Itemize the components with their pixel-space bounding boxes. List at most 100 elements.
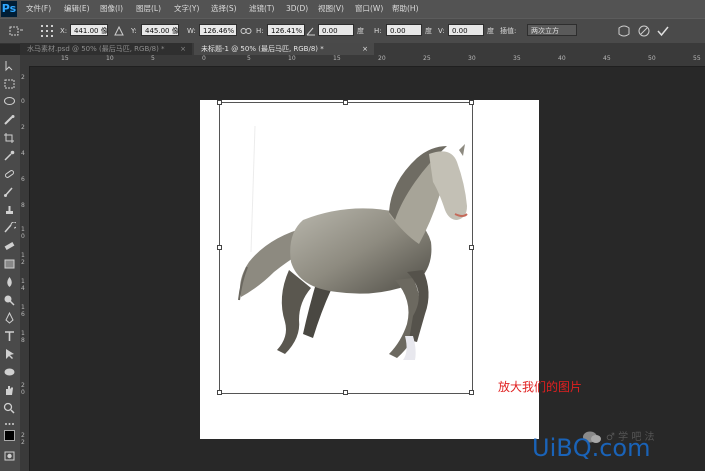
watermark-text: UiBQ.com <box>532 434 651 462</box>
ruler-label: 1 <box>21 278 25 285</box>
transform-handle-bottom[interactable] <box>343 390 348 395</box>
ruler-label: 6 <box>21 176 25 183</box>
ruler-label: 0 <box>21 98 25 105</box>
close-icon[interactable]: × <box>180 43 186 55</box>
ruler-label: 1 <box>21 226 25 233</box>
free-transform-box[interactable] <box>219 102 473 394</box>
height-field[interactable]: 126.41% <box>267 24 305 36</box>
transform-handle-left[interactable] <box>217 245 222 250</box>
menu-image[interactable]: 图像(I) <box>100 0 123 18</box>
ruler-label: 10 <box>288 55 296 62</box>
gradient-tool-icon[interactable] <box>3 258 16 270</box>
hskew-label: H: <box>374 27 382 35</box>
y-field[interactable]: 445.00 像素 <box>141 24 179 36</box>
quick-select-tool-icon[interactable] <box>3 114 16 126</box>
rotate-angle-icon <box>306 27 315 36</box>
transform-tool-icon[interactable] <box>8 25 24 37</box>
ruler-label: 40 <box>558 55 566 62</box>
history-brush-tool-icon[interactable] <box>3 222 16 234</box>
ruler-label: 4 <box>21 285 25 292</box>
tab-untitled-1[interactable]: 未标题-1 @ 50% (最后马匹, RGB/8) * × <box>194 43 374 55</box>
transform-handle-bottom-left[interactable] <box>217 390 222 395</box>
brush-tool-icon[interactable] <box>3 186 16 198</box>
ruler-label: 15 <box>61 55 69 62</box>
crop-tool-icon[interactable] <box>3 132 16 144</box>
ruler-label: 50 <box>648 55 656 62</box>
transform-handle-top[interactable] <box>343 100 348 105</box>
transform-handle-right[interactable] <box>469 245 474 250</box>
close-icon[interactable]: × <box>362 43 368 55</box>
ruler-label: 20 <box>378 55 386 62</box>
move-tool-icon[interactable] <box>3 60 16 72</box>
tab-label: 未标题-1 @ 50% (最后马匹, RGB/8) * <box>201 45 324 53</box>
eyedropper-tool-icon[interactable] <box>3 150 16 162</box>
lasso-tool-icon[interactable] <box>3 96 16 108</box>
horizontal-ruler: 15 10 5 0 5 10 15 20 25 30 35 40 45 50 5… <box>20 55 705 67</box>
blur-tool-icon[interactable] <box>3 276 16 288</box>
vertical-ruler: 2 0 2 4 6 8 1 0 1 2 1 4 1 6 1 8 2 0 2 2 <box>20 66 30 471</box>
width-field[interactable]: 126.46% <box>199 24 237 36</box>
menu-type[interactable]: 文字(Y) <box>174 0 199 18</box>
menu-view[interactable]: 视图(V) <box>318 0 344 18</box>
menu-layer[interactable]: 图层(L) <box>136 0 161 18</box>
ruler-label: 1 <box>21 252 25 259</box>
menu-window[interactable]: 窗口(W) <box>355 0 383 18</box>
healing-brush-tool-icon[interactable] <box>3 168 16 180</box>
transform-handle-top-right[interactable] <box>469 100 474 105</box>
vskew-label: V: <box>438 27 445 35</box>
tab-horse-material[interactable]: 水马素材.psd @ 50% (最后马匹, RGB/8) * × <box>20 43 192 55</box>
quick-mask-icon[interactable] <box>3 450 16 462</box>
ruler-label: 5 <box>247 55 251 62</box>
cancel-transform-icon[interactable] <box>638 25 650 37</box>
width-label: W: <box>187 27 196 35</box>
ruler-label: 8 <box>21 337 25 344</box>
height-label: H: <box>256 27 264 35</box>
annotation-text: 放大我们的图片 <box>498 380 583 394</box>
ruler-label: 15 <box>333 55 341 62</box>
clone-stamp-tool-icon[interactable] <box>3 204 16 216</box>
commit-transform-icon[interactable] <box>657 25 669 37</box>
shape-tool-icon[interactable] <box>3 366 16 378</box>
ruler-label: 0 <box>21 389 25 396</box>
pen-tool-icon[interactable] <box>3 312 16 324</box>
interpolation-select[interactable]: 两次立方 <box>527 24 577 36</box>
rotate-field[interactable]: 0.00 <box>318 24 354 36</box>
ruler-label: 2 <box>21 124 25 131</box>
hskew-unit: 度 <box>425 27 432 35</box>
eraser-tool-icon[interactable] <box>3 240 16 252</box>
ruler-label: 0 <box>202 55 206 62</box>
menu-3d[interactable]: 3D(D) <box>286 0 308 18</box>
menu-select[interactable]: 选择(S) <box>211 0 237 18</box>
menu-help[interactable]: 帮助(H) <box>392 0 419 18</box>
ruler-label: 55 <box>693 55 701 62</box>
options-bar: X: 441.00 像素 Y: 445.00 像素 W: 126.46% H: … <box>0 18 705 44</box>
delta-icon[interactable] <box>114 26 124 36</box>
photoshop-logo: Ps <box>1 1 17 17</box>
path-selection-tool-icon[interactable] <box>3 348 16 360</box>
warp-icon[interactable] <box>617 24 631 38</box>
menu-file[interactable]: 文件(F) <box>26 0 51 18</box>
vskew-field[interactable]: 0.00 <box>448 24 484 36</box>
interpolation-label: 插值: <box>500 27 517 35</box>
reference-point-icon[interactable] <box>40 24 54 38</box>
x-field[interactable]: 441.00 像素 <box>70 24 108 36</box>
marquee-tool-icon[interactable] <box>3 78 16 90</box>
ruler-label: 30 <box>468 55 476 62</box>
transform-handle-top-left[interactable] <box>217 100 222 105</box>
type-tool-icon[interactable] <box>3 330 16 342</box>
more-tools-icon[interactable] <box>3 418 16 430</box>
hand-tool-icon[interactable] <box>3 384 16 396</box>
ruler-label: 4 <box>21 150 25 157</box>
hskew-field[interactable]: 0.00 <box>386 24 422 36</box>
ruler-label: 1 <box>21 330 25 337</box>
foreground-color-swatch[interactable] <box>4 430 15 441</box>
link-icon[interactable] <box>240 27 252 35</box>
dodge-tool-icon[interactable] <box>3 294 16 306</box>
ruler-label: 35 <box>513 55 521 62</box>
menu-edit[interactable]: 编辑(E) <box>64 0 90 18</box>
zoom-tool-icon[interactable] <box>3 402 16 414</box>
x-label: X: <box>60 27 68 35</box>
transform-handle-bottom-right[interactable] <box>469 390 474 395</box>
tools-panel <box>0 55 21 471</box>
menu-filter[interactable]: 滤镜(T) <box>249 0 274 18</box>
